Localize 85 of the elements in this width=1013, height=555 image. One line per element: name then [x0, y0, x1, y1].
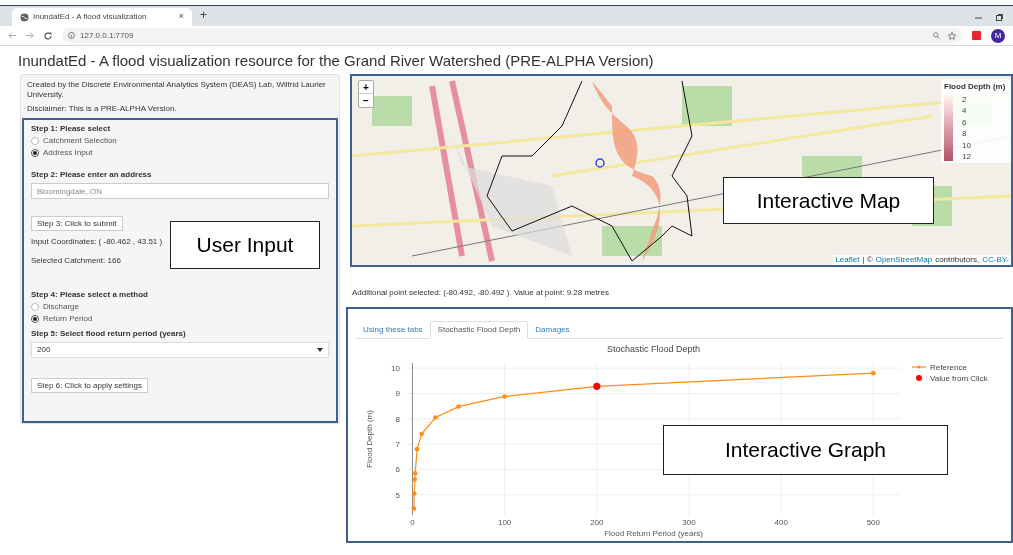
x-axis-title: Flood Return Period (years): [604, 529, 703, 538]
globe-icon: [20, 12, 29, 22]
step-label: Step 2: Please enter an address: [31, 170, 153, 180]
submit-button[interactable]: Step 3: Click to submit: [31, 216, 123, 231]
y-tick-label: 9: [395, 389, 400, 399]
callout-label: User Input: [170, 221, 320, 269]
minimize-icon[interactable]: [975, 14, 982, 21]
data-point[interactable]: [419, 431, 424, 437]
radio-option[interactable]: Discharge: [31, 302, 329, 312]
star-icon[interactable]: [948, 31, 956, 40]
zoom-in-button[interactable]: +: [359, 81, 373, 94]
data-point[interactable]: [411, 506, 417, 511]
x-tick-label: 400: [774, 518, 788, 527]
credit-text: Created by the Discrete Environmental Analytics System (DEAS) Lab, Wilfrid Laurier University.: [27, 80, 327, 100]
browser-tab[interactable]: InundatEd - A flood visualization ×: [12, 8, 192, 26]
step-label: Step 4: Please select a method: [31, 290, 149, 300]
chart-title: Stochastic Flood Depth: [606, 344, 701, 354]
data-point[interactable]: [502, 394, 507, 399]
attribution-link[interactable]: Leaflet: [835, 255, 860, 265]
legend-tick: 2: [962, 95, 968, 104]
color-scale-bar: [944, 95, 953, 161]
legend-tick: 12: [962, 151, 971, 161]
catchment-text: Selected Catchment: 166: [31, 256, 121, 266]
disclaimer-text: Disclaimer: This is a PRE-ALPHA Version.: [27, 104, 178, 114]
data-point[interactable]: [433, 415, 438, 420]
zoom-out-button[interactable]: −: [359, 94, 373, 107]
data-point[interactable]: [412, 491, 417, 496]
attribution-link[interactable]: CC-BY-: [982, 255, 1009, 265]
legend-label[interactable]: Value from Click: [930, 374, 988, 383]
callout-label: Interactive Map: [723, 177, 934, 224]
attribution-text: contributors,: [935, 255, 980, 265]
step-label: Step 5: Select flood return period (years): [31, 329, 187, 339]
reload-icon[interactable]: [44, 31, 52, 40]
y-axis-title: Flood Depth (m): [365, 410, 374, 468]
data-point[interactable]: [871, 370, 876, 376]
radio-option[interactable]: Return Period: [31, 314, 329, 324]
radio-option[interactable]: Catchment Selection: [31, 136, 329, 146]
legend-dot-icon: [916, 375, 922, 381]
profile-avatar[interactable]: M: [991, 28, 1005, 43]
y-tick-label: 7: [395, 440, 400, 450]
y-tick-label: 6: [395, 465, 400, 475]
close-tab-button[interactable]: ×: [178, 10, 184, 24]
data-point[interactable]: [412, 470, 418, 476]
info-icon[interactable]: [68, 32, 75, 39]
legend-tick: 10: [962, 140, 971, 150]
x-tick-label: 100: [497, 518, 512, 527]
data-point[interactable]: [412, 477, 418, 482]
forward-arrow-icon[interactable]: [26, 32, 34, 39]
y-tick-label: 8: [395, 414, 400, 424]
coordinates-text: Input Coordinates: ( -80.462 , 43.51 ): [31, 237, 163, 247]
apply-settings-button[interactable]: Step 6: Click to apply settings: [31, 378, 148, 393]
point-info-text: Additional point selected: (-80.492, -80.492 ). Value at point: 9.28 metres: [352, 287, 610, 299]
legend-label[interactable]: Reference: [930, 363, 967, 372]
attribution-text: | ©: [862, 255, 873, 265]
legend-title: Flood Depth (m): [944, 81, 1007, 93]
data-point[interactable]: [414, 446, 420, 452]
x-tick-label: 0: [410, 518, 415, 527]
y-tick-label: 10: [391, 364, 400, 374]
new-tab-button[interactable]: +: [200, 6, 207, 24]
back-arrow-icon[interactable]: [8, 32, 16, 39]
address-field[interactable]: 127.0.0.1:7709: [80, 29, 134, 42]
restore-icon[interactable]: [996, 14, 1003, 21]
legend-tick: 8: [962, 129, 968, 139]
x-tick-label: 500: [866, 518, 881, 527]
page-title: InundatEd - A flood visualization resource for the Grand River Watershed (PRE-ALPHA Version): [18, 52, 655, 70]
legend-tick: 4: [962, 106, 968, 116]
tab-title: InundatEd - A flood visualization: [33, 11, 148, 23]
step-label: Step 1: Please select: [31, 124, 112, 134]
clicked-point[interactable]: [593, 382, 601, 390]
zoom-icon[interactable]: [933, 32, 940, 39]
x-tick-label: 300: [682, 518, 696, 527]
callout-label: Interactive Graph: [663, 425, 948, 475]
legend-line-icon: [911, 365, 927, 369]
attribution-link[interactable]: OpenStreetMap: [875, 255, 933, 265]
legend-tick: 6: [962, 117, 968, 127]
data-point[interactable]: [456, 404, 461, 409]
address-field[interactable]: Bloomingdale, ON: [31, 183, 329, 199]
return-period-select[interactable]: 200: [31, 342, 329, 358]
x-tick-label: 200: [590, 518, 604, 527]
y-tick-label: 5: [395, 490, 400, 500]
caret-icon: [317, 348, 323, 352]
radio-option[interactable]: Address Input: [31, 148, 329, 158]
graph-tab[interactable]: Using these tabs: [356, 321, 430, 338]
graph-tab[interactable]: Damages: [528, 321, 577, 338]
graph-tab[interactable]: Stochastic Flood Depth: [429, 321, 529, 339]
